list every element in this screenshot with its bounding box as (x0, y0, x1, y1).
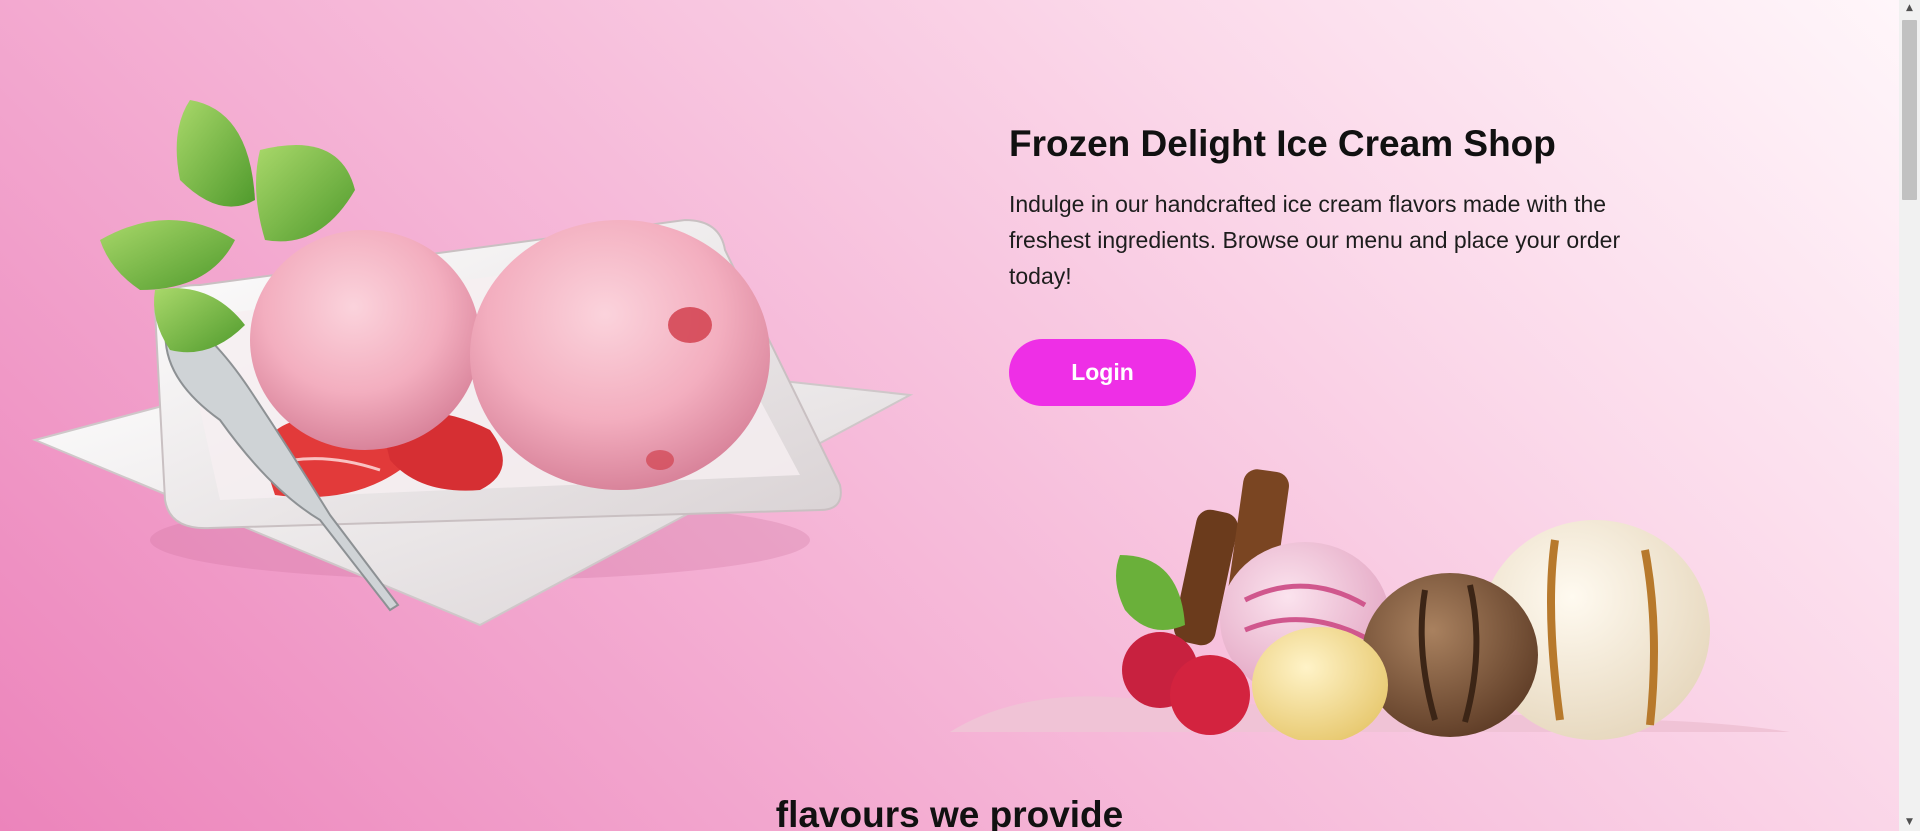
scroll-up-arrow-icon[interactable]: ▲ (1899, 0, 1920, 17)
flavours-section-heading: flavours we provide (775, 794, 1124, 831)
landing-page: Frozen Delight Ice Cream Shop Indulge in… (0, 0, 1899, 831)
page-title: Frozen Delight Ice Cream Shop (1009, 123, 1556, 164)
vertical-scrollbar[interactable]: ▲ ▼ (1899, 0, 1920, 831)
hero-text-block: Frozen Delight Ice Cream Shop Indulge in… (1009, 118, 1689, 294)
login-button[interactable]: Login (1009, 339, 1196, 406)
strawberry-ice-cream-image (31, 100, 914, 627)
hero-description: Indulge in our handcrafted ice cream fla… (1009, 191, 1621, 289)
assorted-ice-cream-image (950, 469, 1790, 740)
scroll-down-arrow-icon[interactable]: ▼ (1899, 814, 1920, 831)
scrollbar-thumb[interactable] (1902, 20, 1917, 200)
